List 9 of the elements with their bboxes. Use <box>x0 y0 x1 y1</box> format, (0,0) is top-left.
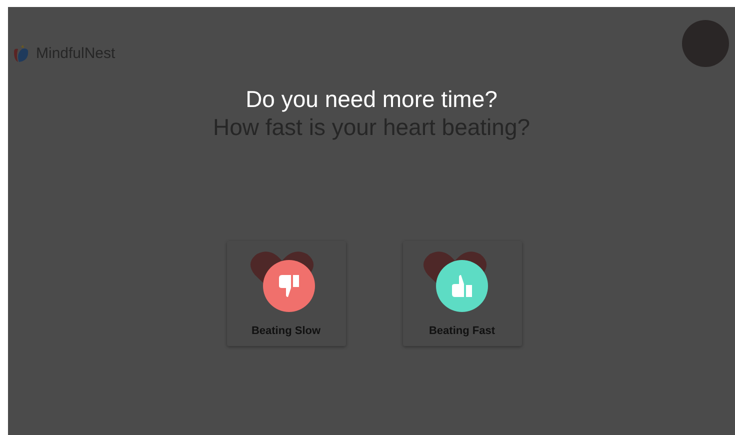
thumbs-down-icon <box>278 274 300 298</box>
fast-button[interactable] <box>436 260 488 312</box>
slow-button[interactable] <box>263 260 315 312</box>
option-label: Beating Slow <box>251 324 321 339</box>
thumbs-up-icon <box>451 274 473 298</box>
option-label: Beating Fast <box>428 324 495 339</box>
option-card[interactable]: Beating Fast <box>402 241 522 346</box>
prompt-title: Do you need more time? <box>246 85 498 113</box>
option-card[interactable]: Beating Slow <box>226 241 346 346</box>
